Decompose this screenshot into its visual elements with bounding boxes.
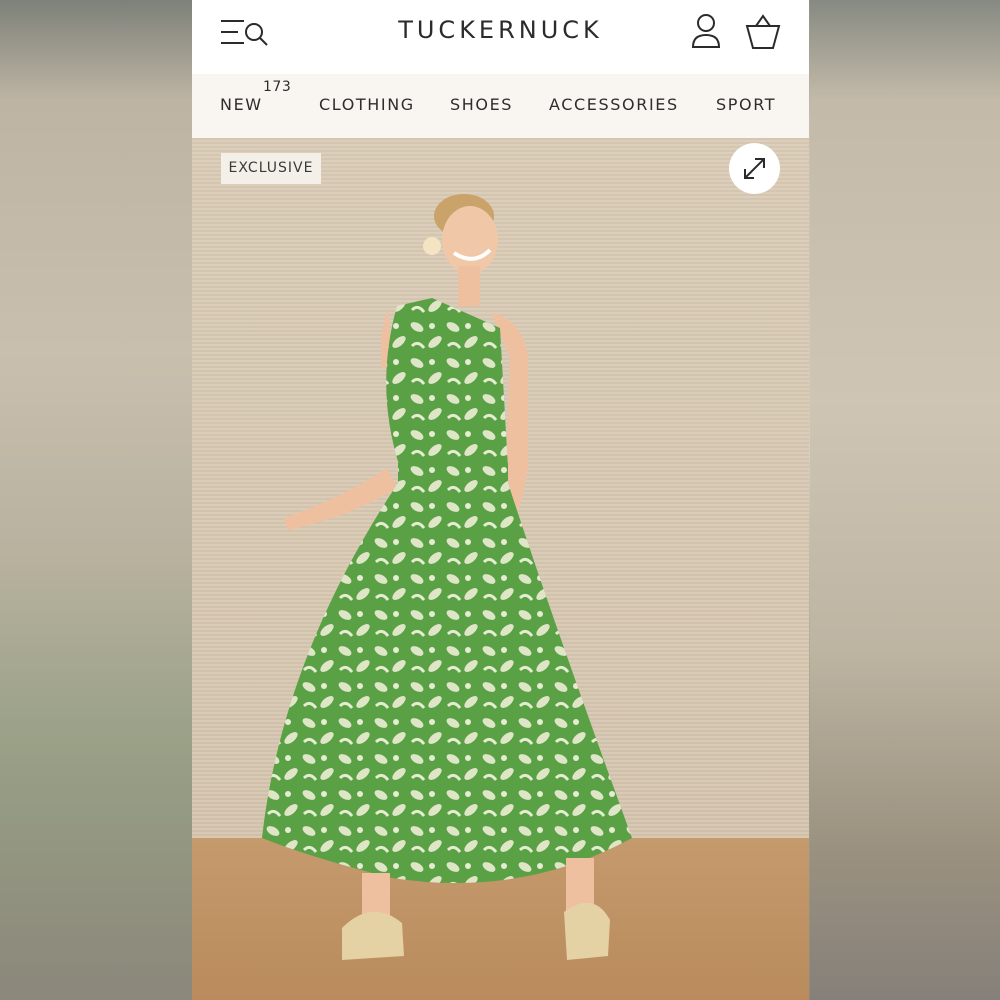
account-icon[interactable] [691, 13, 721, 51]
nav-item-accessories[interactable]: ACCESSORIES [549, 95, 679, 114]
model-in-dress [262, 194, 632, 960]
expand-button[interactable] [729, 143, 780, 194]
nav-item-shoes[interactable]: SHOES [450, 95, 513, 114]
nav-item-sport[interactable]: SPORT [716, 95, 776, 114]
category-nav: NEW 173 CLOTHING SHOES ACCESSORIES SPORT [192, 74, 809, 138]
background-blur-right [810, 0, 1000, 1000]
expand-icon [744, 158, 765, 179]
background-blur-left [0, 0, 192, 1000]
product-image[interactable]: EXCLUSIVE [192, 138, 809, 1000]
shopping-bag-icon[interactable] [745, 13, 781, 51]
new-count-badge: 173 [263, 79, 292, 95]
top-header: TUCKERNUCK [192, 0, 809, 74]
nav-item-label: NEW [220, 95, 263, 114]
nav-item-new[interactable]: NEW [220, 95, 263, 114]
nav-item-clothing[interactable]: CLOTHING [319, 95, 415, 114]
exclusive-badge: EXCLUSIVE [221, 153, 321, 184]
app-screen: TUCKERNUCK NEW 173 CLOTHING SHOES ACCESS… [192, 0, 809, 1000]
